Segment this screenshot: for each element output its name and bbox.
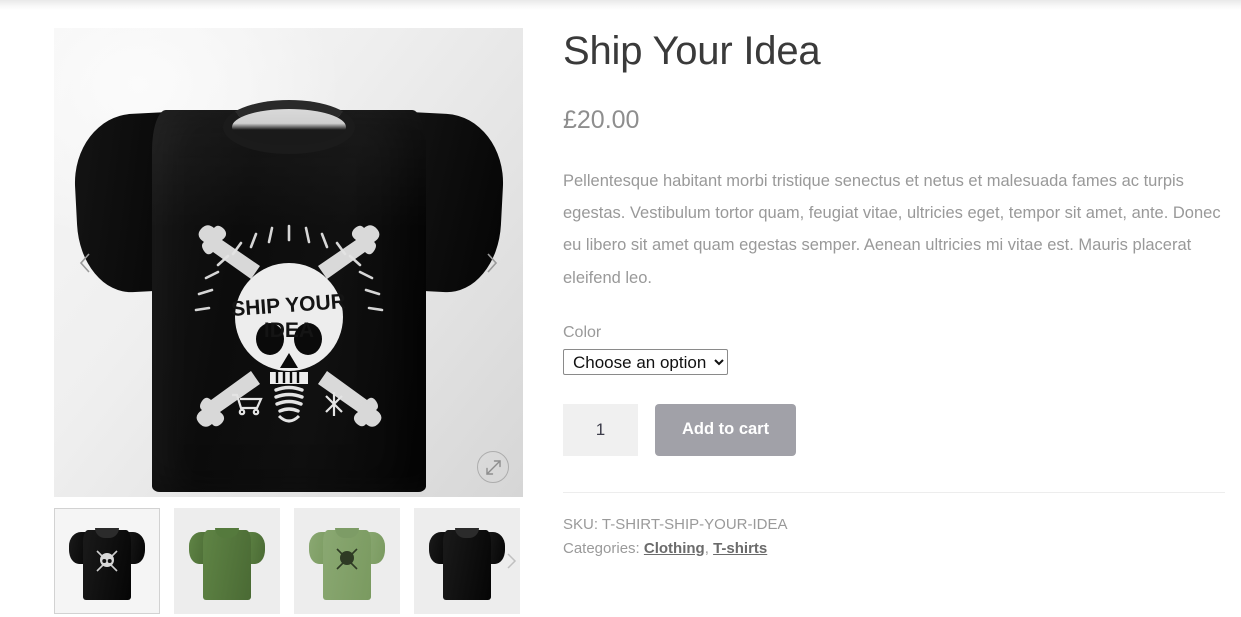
page-top-band	[0, 0, 1241, 10]
thumb-body	[203, 530, 251, 600]
color-attribute-label: Color	[563, 323, 602, 341]
categories-row: Categories: Clothing, T-shirts	[563, 537, 1225, 561]
chevron-right-icon	[506, 553, 516, 569]
sku-value: T-SHIRT-SHIP-YOUR-IDEA	[601, 515, 788, 533]
product-page: SHIP YOUR IDEA Ship Your Idea £20.00 Pel…	[0, 0, 1241, 617]
thumb-body	[443, 530, 491, 600]
image-zoom-button[interactable]	[477, 451, 509, 483]
thumbnail-tshirt	[309, 520, 385, 602]
thumbnail-tshirt	[189, 520, 265, 602]
chevron-right-icon	[487, 252, 498, 273]
product-meta: SKU: T-SHIRT-SHIP-YOUR-IDEA Categories: …	[563, 513, 1225, 562]
main-product-image[interactable]: SHIP YOUR IDEA	[54, 28, 523, 497]
gallery-thumbnail[interactable]	[54, 508, 160, 614]
expand-arrows-icon	[485, 459, 501, 475]
gallery-next-button[interactable]	[479, 250, 505, 276]
color-select[interactable]: Choose an option	[563, 348, 728, 375]
product-summary: Ship Your Idea £20.00 Pellentesque habit…	[563, 28, 1225, 561]
chevron-left-icon	[79, 252, 90, 273]
product-gallery: SHIP YOUR IDEA	[54, 28, 523, 614]
tshirt-collar	[222, 99, 355, 154]
add-to-cart-row: Add to cart	[563, 403, 1225, 456]
skull-lightbulb-print: SHIP YOUR IDEA	[194, 224, 383, 427]
gallery-prev-button[interactable]	[72, 250, 98, 276]
category-link-clothing[interactable]: Clothing	[644, 540, 705, 557]
quantity-input[interactable]	[563, 403, 638, 456]
print-line-2: IDEA	[263, 319, 313, 342]
categories-label: Categories:	[563, 539, 640, 557]
thumb-skull-print-icon	[336, 548, 358, 570]
tshirt-illustration: SHIP YOUR IDEA	[70, 52, 507, 492]
thumb-skull-print-icon	[96, 550, 118, 572]
gallery-thumbnail[interactable]	[294, 508, 400, 614]
thumbnail-tshirt	[429, 520, 505, 602]
gallery-thumbnail[interactable]	[174, 508, 280, 614]
thumbnail-tshirt	[69, 520, 145, 602]
add-to-cart-button[interactable]: Add to cart	[655, 403, 797, 456]
gallery-thumbnails	[54, 508, 523, 614]
sku-row: SKU: T-SHIRT-SHIP-YOUR-IDEA	[563, 513, 1225, 537]
page-title: Ship Your Idea	[563, 29, 821, 73]
category-link-tshirts[interactable]: T-shirts	[713, 540, 767, 557]
thumbnails-next-button[interactable]	[501, 551, 521, 571]
product-price: £20.00	[563, 106, 640, 134]
product-description: Pellentesque habitant morbi tristique se…	[563, 172, 1221, 287]
sku-label: SKU:	[563, 515, 599, 533]
summary-divider	[563, 491, 1225, 493]
categories-separator: ,	[704, 539, 714, 557]
